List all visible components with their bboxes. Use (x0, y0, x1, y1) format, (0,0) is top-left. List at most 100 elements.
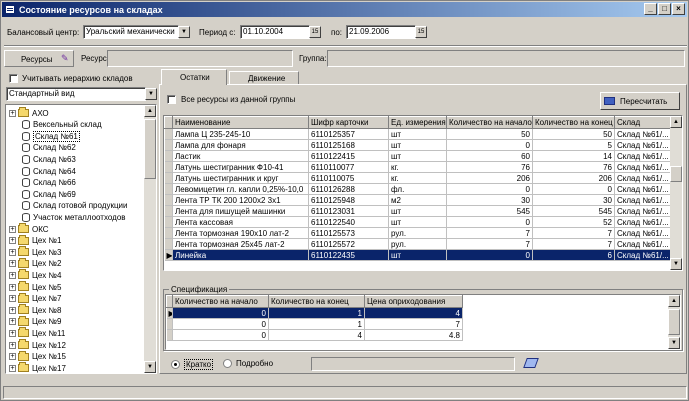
row-indicator[interactable]: ▶ (164, 249, 173, 261)
grid-scrollbar[interactable]: ▲ ▼ (670, 116, 682, 270)
tree-item[interactable]: Склад №66 (22, 177, 76, 189)
tree-item[interactable]: + Цех №15 (9, 350, 66, 363)
scroll-down-icon[interactable]: ▼ (144, 361, 156, 373)
expand-icon[interactable]: + (9, 318, 16, 326)
column-header[interactable]: Количество на конец (532, 116, 615, 129)
tree-item[interactable]: Склад №63 (22, 153, 76, 165)
column-header[interactable]: Количество на конец (268, 295, 365, 308)
tree-item[interactable]: Склад №62 (22, 142, 76, 154)
column-header[interactable]: Количество на начало (172, 295, 269, 308)
tree-item[interactable]: + Цех №5 (9, 281, 61, 293)
resource-field[interactable] (107, 50, 293, 67)
view-select[interactable]: Стандартный вид (6, 87, 146, 101)
group-field[interactable] (327, 50, 685, 67)
table-row[interactable]: Лампа для фонаря 6110125168 шт 0 5 Склад №61/… (164, 139, 671, 151)
row-indicator[interactable]: ▶ (166, 307, 173, 319)
calendar-from-icon[interactable]: 15 (309, 26, 321, 38)
row-indicator[interactable] (164, 139, 173, 151)
scroll-thumb[interactable] (670, 166, 682, 182)
row-indicator[interactable] (164, 194, 173, 206)
tree-item[interactable]: Склад №61 (22, 130, 80, 142)
close-button[interactable]: × (672, 3, 685, 15)
table-row[interactable]: Латунь шестигранник и круг 6110110075 кг. 2… (164, 172, 671, 184)
expand-icon[interactable]: + (9, 353, 16, 361)
expand-icon[interactable]: + (9, 295, 16, 303)
table-row[interactable]: ▶014 (166, 307, 463, 319)
title-bar[interactable]: Состояние ресурсов на складах _ □ × (2, 2, 687, 17)
column-header[interactable]: Ед. измерения (388, 116, 447, 129)
tree-scrollbar[interactable]: ▲ ▼ (144, 105, 156, 373)
row-indicator[interactable] (164, 183, 173, 195)
tree-item[interactable]: + Цех №12 (9, 339, 66, 351)
scroll-down-icon[interactable]: ▼ (670, 258, 682, 270)
column-header[interactable]: Количество на начало (446, 116, 533, 129)
tab-dvizhenie[interactable]: Движение (229, 71, 299, 85)
row-indicator[interactable] (164, 161, 173, 173)
view-dropdown-icon[interactable]: ▼ (145, 88, 157, 100)
tree-item[interactable]: Вексельный склад (22, 119, 102, 131)
table-row[interactable]: 0 4 4.8 (166, 329, 463, 341)
row-indicator[interactable] (164, 205, 173, 217)
all-resources-checkbox[interactable] (167, 95, 176, 104)
scroll-up-icon[interactable]: ▲ (144, 105, 156, 117)
balance-center-dropdown-icon[interactable]: ▼ (178, 26, 190, 38)
table-row[interactable]: Лента кассовая 6110122540 шт 0 52 Склад №61/.… (164, 216, 671, 228)
expand-icon[interactable]: + (9, 364, 16, 372)
tree-item[interactable]: + АХО (9, 107, 49, 119)
eraser-icon[interactable]: ✎ (61, 53, 69, 64)
expand-icon[interactable]: + (9, 283, 16, 291)
tree-item[interactable]: + Цех №3 (9, 246, 61, 258)
tree-item[interactable]: + Цех №7 (9, 292, 61, 305)
table-row[interactable]: ▶ Линейка 6110122435 шт 0 6 Склад №61/... (164, 249, 671, 261)
row-indicator[interactable] (164, 238, 173, 250)
tree-item[interactable]: + Цех №2 (9, 257, 61, 270)
scroll-thumb[interactable] (668, 309, 680, 335)
spec-grid[interactable]: Количество на начало Количество на конец Ц… (165, 294, 681, 350)
scroll-up-icon[interactable]: ▲ (670, 116, 682, 128)
tab-ostatki[interactable]: Остатки (161, 69, 227, 85)
maximize-button[interactable]: □ (658, 3, 671, 15)
row-indicator[interactable] (164, 128, 173, 140)
recalc-button[interactable]: Пересчитать (600, 92, 680, 110)
table-row[interactable]: Левомицетин гл. капли 0,25%-10,0 61101262… (164, 183, 671, 195)
expand-icon[interactable]: + (9, 329, 16, 337)
row-indicator[interactable] (164, 227, 173, 239)
row-indicator[interactable] (164, 172, 173, 184)
radio-detail-dot[interactable] (223, 359, 232, 368)
column-header[interactable]: Шифр карточки (308, 116, 389, 129)
tree-item[interactable]: + Цех №8 (9, 304, 61, 316)
expand-icon[interactable]: + (9, 248, 16, 256)
period-to-input[interactable]: 21.09.2006 (346, 25, 416, 39)
table-row[interactable]: 017 (166, 318, 463, 330)
hierarchy-checkbox[interactable] (9, 74, 18, 83)
table-row[interactable]: Лампа Ц 235-245-10 6110125357 шт 50 50 Склад … (164, 128, 671, 140)
warehouse-tree[interactable]: + АХО Вексельный склад Склад №61 Склад №62 Ск… (5, 104, 157, 374)
radio-short-dot[interactable] (171, 360, 180, 369)
tree-item[interactable]: + Цех №11 (9, 327, 65, 339)
expand-icon[interactable]: + (9, 271, 16, 279)
expand-icon[interactable]: + (9, 225, 16, 233)
row-indicator[interactable] (164, 216, 173, 228)
table-row[interactable]: Лента тормозная 25х45 лат-2 6110125572 рул… (164, 238, 671, 250)
minimize-button[interactable]: _ (644, 3, 657, 15)
resources-grid[interactable]: Наименование Шифр карточки Ед. измерения Ко… (163, 115, 683, 271)
scroll-up-icon[interactable]: ▲ (668, 295, 680, 307)
period-from-input[interactable]: 01.10.2004 (240, 25, 310, 39)
tree-item[interactable]: Склад готовой продукции (22, 200, 127, 212)
tree-item[interactable]: + Цех №4 (9, 269, 61, 281)
tree-item[interactable]: Склад №64 (22, 165, 76, 177)
expand-icon[interactable]: + (9, 306, 16, 314)
spec-scrollbar[interactable]: ▲ ▼ (668, 295, 680, 349)
row-indicator[interactable] (164, 150, 173, 162)
tree-item[interactable]: + Цех №9 (9, 315, 61, 328)
column-header[interactable]: Склад (614, 116, 671, 129)
table-row[interactable]: Лента ТР ТК 200 1200х2 3х1 6110125948 м2 30… (164, 194, 671, 206)
tree-item[interactable]: Участок металлоотходов (22, 211, 126, 223)
tree-item[interactable]: + ОКС (9, 223, 49, 235)
expand-icon[interactable]: + (9, 237, 16, 245)
tree-item[interactable]: Склад №69 (22, 188, 76, 200)
radio-short[interactable]: Кратко (171, 359, 214, 370)
balance-center-select[interactable]: Уральский механически (83, 25, 179, 39)
expand-icon[interactable]: + (9, 109, 16, 117)
table-row[interactable]: Лента тормозная 190х10 лат-2 6110125573 ру… (164, 227, 671, 239)
